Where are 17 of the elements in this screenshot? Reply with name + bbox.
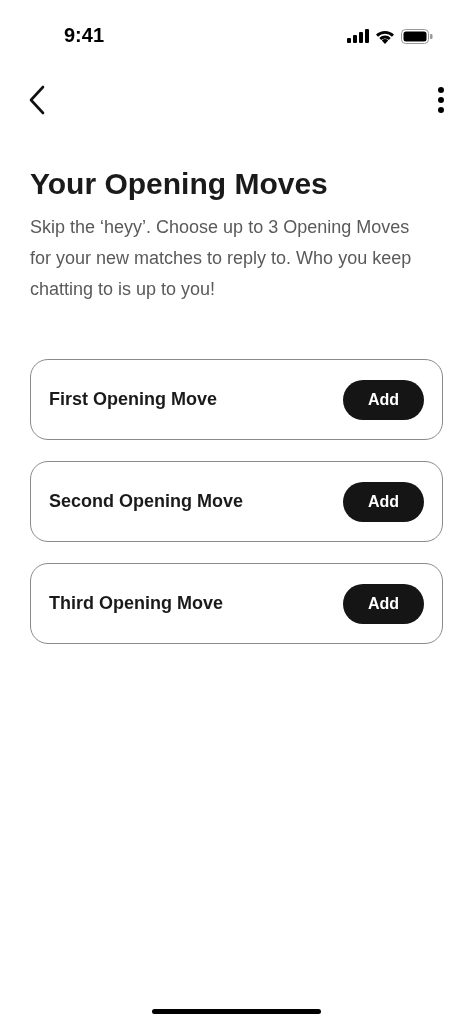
add-button[interactable]: Add (343, 481, 424, 522)
add-button[interactable]: Add (343, 583, 424, 624)
more-icon[interactable] (437, 86, 445, 114)
wifi-icon (375, 28, 395, 44)
back-icon[interactable] (28, 85, 46, 115)
move-label: Third Opening Move (49, 593, 223, 614)
move-card[interactable]: Third Opening Move Add (30, 563, 443, 644)
battery-icon (401, 28, 433, 44)
move-label: First Opening Move (49, 389, 217, 410)
add-button[interactable]: Add (343, 379, 424, 420)
move-card[interactable]: First Opening Move Add (30, 359, 443, 440)
status-time: 9:41 (64, 23, 105, 48)
description-text: Skip the ‘heyy’. Choose up to 3 Opening Moves for your new matches to reply to. Who you keep chatting to is up to you! (30, 216, 413, 301)
page-title: Your Opening Moves (30, 166, 329, 202)
signal-icon (347, 29, 369, 43)
move-card[interactable]: Second Opening Move Add (30, 461, 443, 542)
move-label: Second Opening Move (49, 491, 244, 512)
